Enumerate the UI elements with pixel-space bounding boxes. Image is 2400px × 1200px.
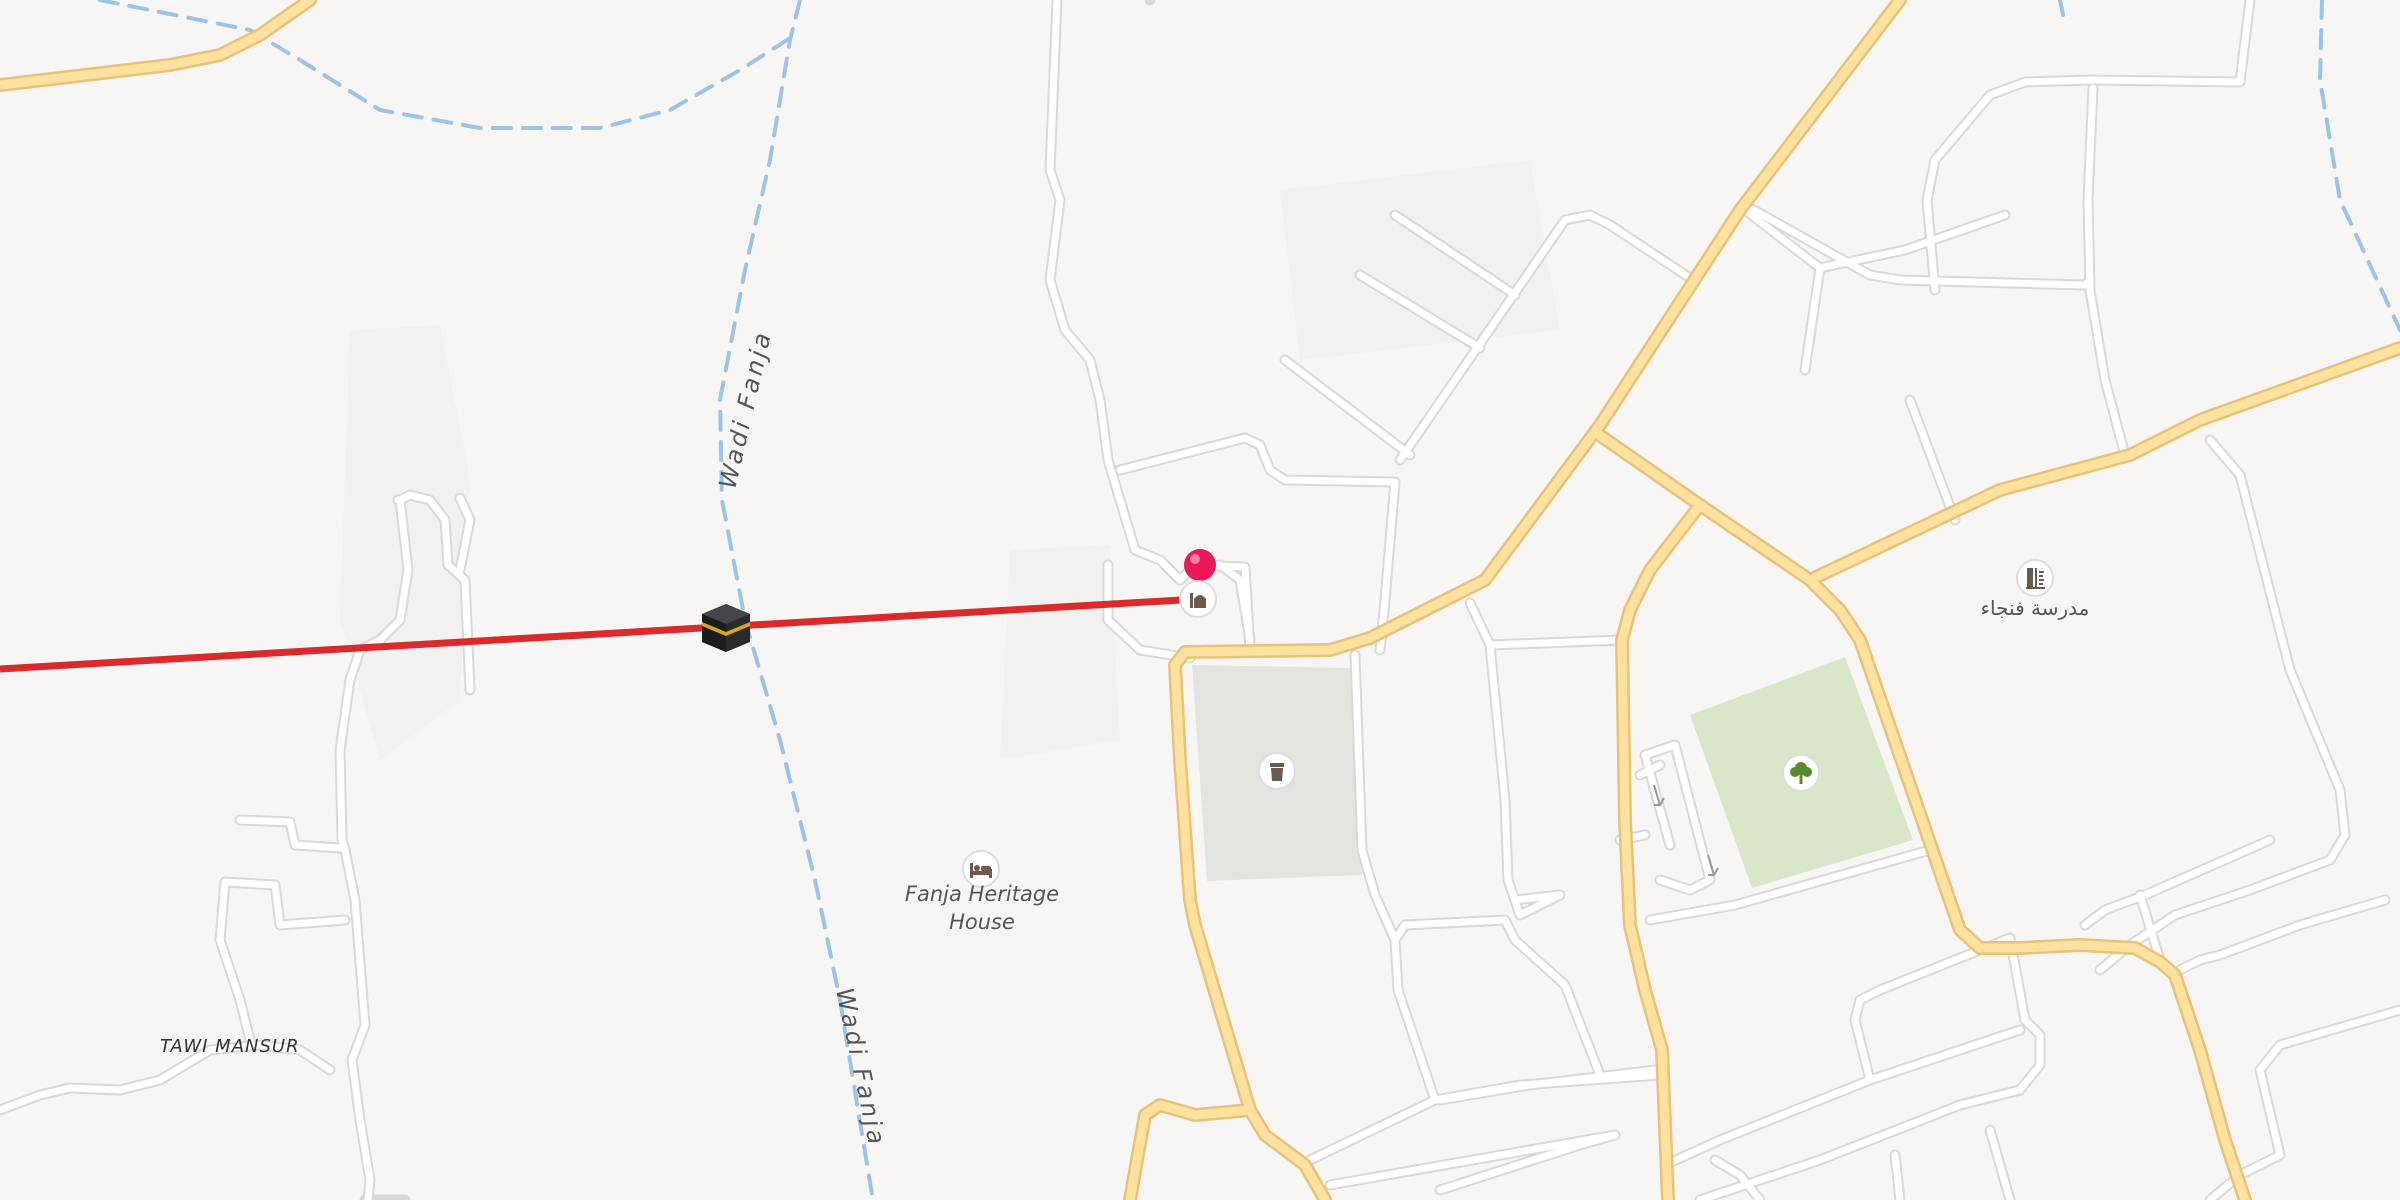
wadi-fanja-label-south: Wadi Fanja [830,985,891,1149]
school-label: مدرسة فنجاء [1980,596,2090,620]
cemetery-icon[interactable] [1257,751,1297,791]
place-label-tawi-mansur: TAWI MANSUR [160,1036,300,1057]
map-canvas[interactable]: Wadi Fanja Wadi Fanja Fanja Heritage Hou… [0,0,2400,1200]
tree-icon[interactable] [1781,753,1821,793]
hotel-label-line1: Fanja Heritage [904,882,1060,906]
hotel-label-line2: House [949,910,1015,934]
hotel-label: Fanja Heritage House [872,880,1092,936]
kaaba-icon[interactable] [698,600,754,656]
tributary-east-line [2317,0,2400,332]
landuse-patches [340,160,1560,760]
mosque-icon[interactable] [1178,579,1218,619]
school-icon[interactable] [2015,558,2055,598]
wadi-fanja-label-north: Wadi Fanja [714,327,778,491]
